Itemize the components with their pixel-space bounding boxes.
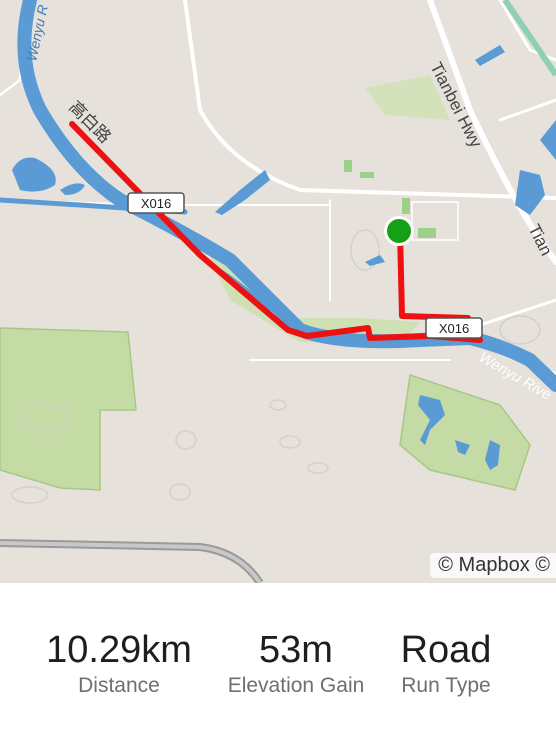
green-block (402, 198, 410, 214)
elevation-label: Elevation Gain (227, 674, 365, 697)
green-block (360, 172, 374, 178)
park-area-south (399, 374, 531, 491)
map-canvas: X016 X016 Wenyu R 高白路 Tianbei Hwy Tian W… (0, 0, 556, 583)
map-attribution[interactable]: © Mapbox © (430, 553, 556, 578)
expressway (502, 0, 556, 77)
run-type-label: Run Type (401, 674, 491, 697)
distance-value: 10.29km (46, 629, 192, 671)
route-map[interactable]: X016 X016 Wenyu R 高白路 Tianbei Hwy Tian W… (0, 0, 556, 583)
highway-grey (0, 539, 264, 583)
stat-distance: 10.29km Distance (30, 628, 208, 698)
elevation-value: 53m (259, 629, 333, 671)
road-badge-x016-east: X016 (425, 317, 483, 339)
run-type-value: Road (400, 629, 492, 671)
badge-text: X016 (439, 321, 469, 336)
stat-run-type: Road Run Type (385, 628, 507, 698)
green-block (418, 228, 436, 238)
stat-elevation-gain: 53m Elevation Gain (215, 628, 377, 698)
green-block (344, 160, 352, 172)
badge-text: X016 (141, 196, 171, 211)
road-badge-x016-west: X016 (127, 192, 185, 214)
park-area-west (0, 327, 137, 491)
distance-label: Distance (78, 674, 160, 697)
run-stats-panel: 10.29km Distance 53m Elevation Gain Road… (0, 583, 556, 737)
